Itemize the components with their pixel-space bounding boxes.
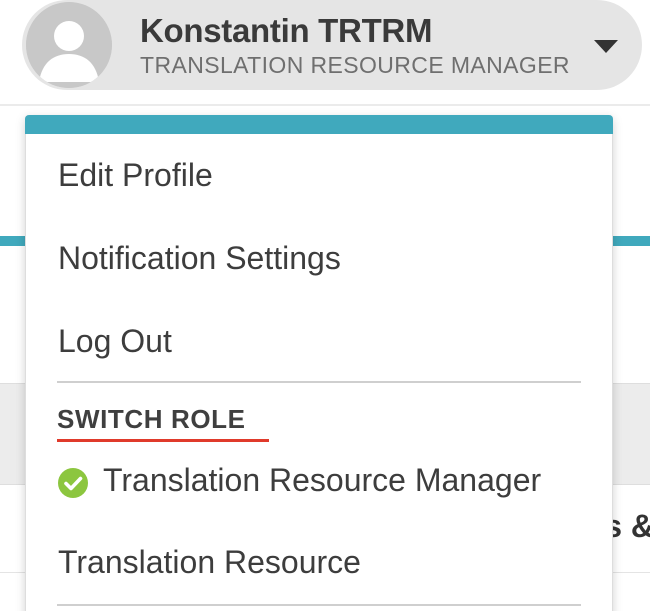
user-dropdown-menu: Edit Profile Notification Settings Log O…: [25, 115, 613, 611]
user-name: Konstantin TRTRM: [140, 12, 433, 49]
edit-profile-menu-item[interactable]: Edit Profile: [58, 157, 213, 194]
user-role-caption: TRANSLATION RESOURCE MANAGER: [140, 52, 570, 78]
default-user-avatar-icon: [26, 2, 112, 88]
menu-accent-bar: [25, 115, 613, 134]
log-out-menu-item[interactable]: Log Out: [58, 323, 172, 360]
caret-down-icon[interactable]: [594, 40, 618, 53]
menu-divider: [57, 381, 581, 383]
switch-role-underline: [57, 439, 269, 442]
check-circle-icon: [58, 468, 88, 498]
menu-divider: [57, 604, 581, 606]
role-option-translation-resource-manager[interactable]: Translation Resource Manager: [103, 462, 541, 499]
header-divider: [0, 104, 650, 106]
notification-settings-menu-item[interactable]: Notification Settings: [58, 240, 341, 277]
user-menu-toggle[interactable]: Konstantin TRTRM TRANSLATION RESOURCE MA…: [22, 0, 642, 90]
app-page: s & Konstantin TRTRM TRANSLATION RESOURC…: [0, 0, 650, 611]
switch-role-heading: SWITCH ROLE: [57, 404, 246, 434]
role-option-translation-resource[interactable]: Translation Resource: [58, 544, 361, 581]
